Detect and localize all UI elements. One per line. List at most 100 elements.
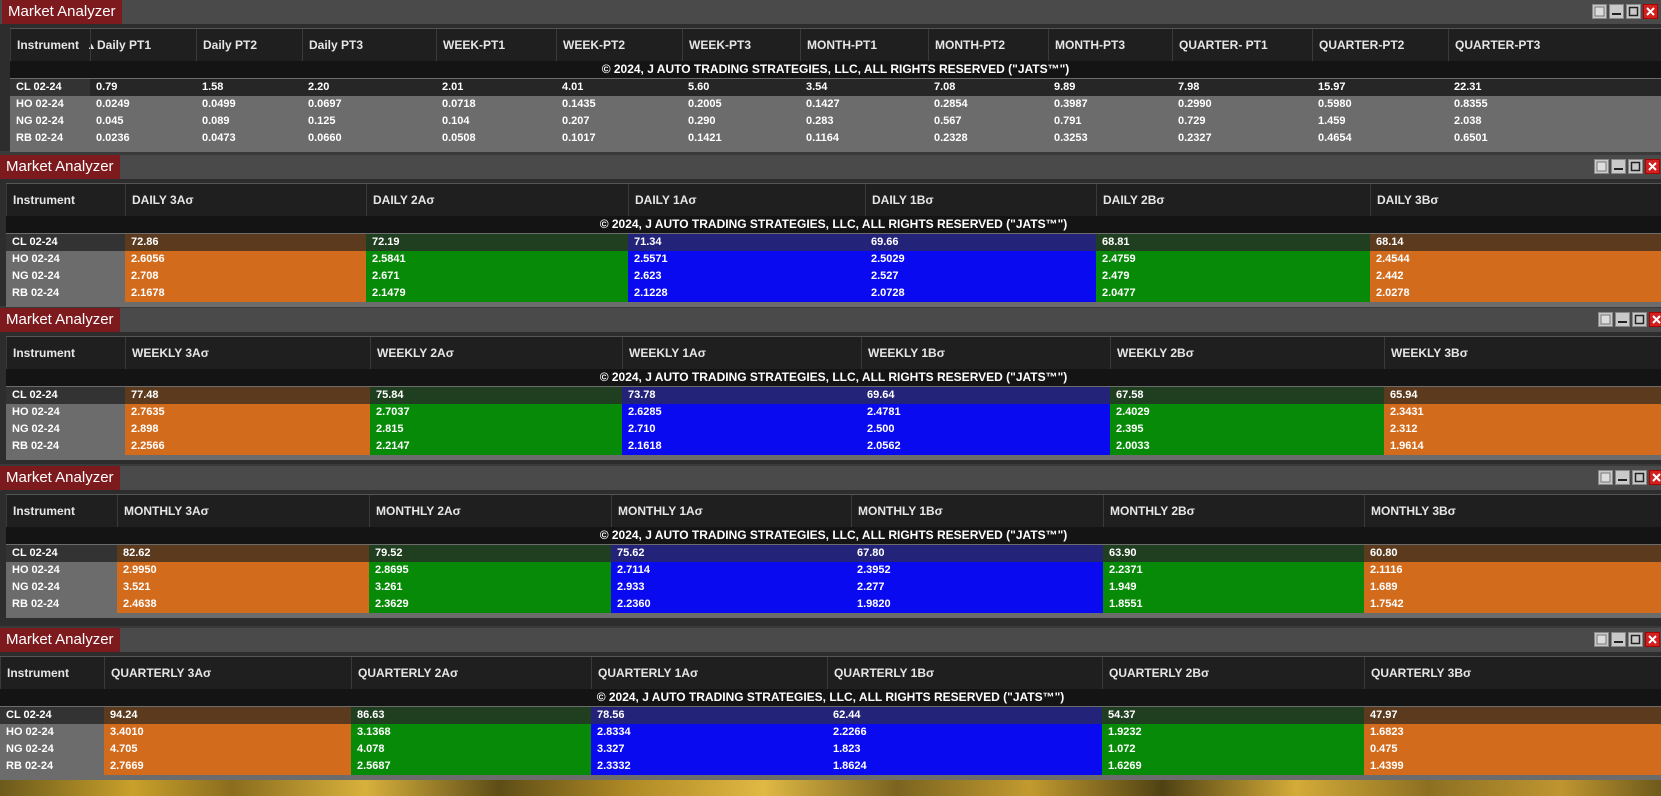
window-titlebar[interactable]: [0, 628, 1661, 652]
column-header[interactable]: DAILY 2Aσ: [366, 184, 628, 216]
column-header[interactable]: WEEKLY 2Bσ: [1110, 337, 1384, 369]
column-header[interactable]: MONTH-PT1: [800, 29, 928, 61]
table-row[interactable]: RB 02-24 2.2566 2.2147 2.1618 2.0562 2.0033 1.…: [6, 438, 1661, 455]
column-header[interactable]: Instrument: [0, 657, 104, 689]
column-header-label: WEEKLY 2Bσ: [1117, 346, 1194, 360]
restore-icon[interactable]: [1594, 632, 1609, 647]
maximize-icon[interactable]: [1628, 632, 1643, 647]
minimize-icon[interactable]: [1615, 312, 1630, 327]
minimize-icon[interactable]: [1615, 470, 1630, 485]
column-header[interactable]: WEEK-PT3: [682, 29, 800, 61]
value-cell: 75.84: [370, 387, 622, 404]
column-header[interactable]: MONTHLY 1Aσ: [611, 495, 851, 527]
close-icon[interactable]: [1643, 4, 1658, 19]
value-cell: 0.0499: [196, 96, 302, 113]
restore-icon[interactable]: [1598, 470, 1613, 485]
value-cell: 68.14: [1370, 234, 1661, 251]
column-header[interactable]: MONTHLY 3Bσ: [1364, 495, 1661, 527]
column-header[interactable]: QUARTERLY 2Bσ: [1102, 657, 1364, 689]
value-cell: 1.9614: [1384, 438, 1661, 455]
table-row[interactable]: NG 02-24 2.898 2.815 2.710 2.500 2.395 2.312: [6, 421, 1661, 438]
column-header[interactable]: DAILY 3Bσ: [1370, 184, 1661, 216]
table-row[interactable]: RB 02-24 2.7669 2.5687 2.3332 1.8624 1.6269 1.…: [0, 758, 1661, 775]
table-row[interactable]: NG 02-24 0.045 0.089 0.125 0.104 0.207 0.290 0.…: [10, 113, 1661, 130]
column-header-label: MONTHLY 1Aσ: [618, 504, 703, 518]
table-row[interactable]: CL 02-24 0.79 1.58 2.20 2.01 4.01 5.60 3.54 7.08…: [10, 79, 1661, 96]
maximize-icon[interactable]: [1626, 4, 1641, 19]
table-row[interactable]: NG 02-24 4.705 4.078 3.327 1.823 1.072 0.475: [0, 741, 1661, 758]
column-header[interactable]: Instrument ▲: [10, 29, 100, 61]
close-icon[interactable]: [1649, 312, 1661, 327]
value-cell: 79.52: [369, 545, 611, 562]
table-row[interactable]: CL 02-24 94.24 86.63 78.56 62.44 54.37 47.97: [0, 707, 1661, 724]
window-titlebar[interactable]: [0, 0, 1661, 24]
value-cell: 1.689: [1364, 579, 1661, 596]
close-icon[interactable]: [1645, 159, 1660, 174]
column-header[interactable]: QUARTER-PT3: [1448, 29, 1661, 61]
column-header[interactable]: QUARTER-PT2: [1312, 29, 1448, 61]
column-header[interactable]: Instrument: [6, 184, 131, 216]
maximize-icon[interactable]: [1632, 312, 1647, 327]
column-header[interactable]: WEEKLY 1Aσ: [622, 337, 861, 369]
table-row[interactable]: HO 02-24 0.0249 0.0499 0.0697 0.0718 0.1435 0.…: [10, 96, 1661, 113]
window-controls: [1598, 312, 1661, 327]
column-header[interactable]: MONTHLY 3Aσ: [117, 495, 369, 527]
table-row[interactable]: RB 02-24 0.0236 0.0473 0.0660 0.0508 0.1017 0.…: [10, 130, 1661, 147]
column-header-label: WEEKLY 2Aσ: [377, 346, 454, 360]
maximize-icon[interactable]: [1628, 159, 1643, 174]
column-header[interactable]: MONTH-PT3: [1048, 29, 1172, 61]
column-header[interactable]: MONTHLY 2Bσ: [1103, 495, 1364, 527]
value-cell: 15.97: [1312, 79, 1448, 96]
window-titlebar[interactable]: [0, 155, 1661, 179]
column-header[interactable]: WEEK-PT2: [556, 29, 682, 61]
copyright-notice: © 2024, J AUTO TRADING STRATEGIES, LLC, …: [6, 369, 1661, 386]
column-header[interactable]: Daily PT3: [302, 29, 436, 61]
table-row[interactable]: HO 02-24 3.4010 3.1368 2.8334 2.2266 1.9232 1.…: [0, 724, 1661, 741]
close-icon[interactable]: [1645, 632, 1660, 647]
table-row[interactable]: HO 02-24 2.9950 2.8695 2.7114 2.3952 2.2371 2.…: [6, 562, 1661, 579]
table-row[interactable]: RB 02-24 2.1678 2.1479 2.1228 2.0728 2.0477 2.…: [6, 285, 1661, 302]
column-header[interactable]: MONTH-PT2: [928, 29, 1048, 61]
column-header[interactable]: QUARTERLY 1Aσ: [591, 657, 827, 689]
column-header[interactable]: DAILY 1Aσ: [628, 184, 865, 216]
table-row[interactable]: NG 02-24 3.521 3.261 2.933 2.277 1.949 1.689: [6, 579, 1661, 596]
table-row[interactable]: CL 02-24 77.48 75.84 73.78 69.64 67.58 65.94: [6, 387, 1661, 404]
minimize-icon[interactable]: [1611, 159, 1626, 174]
column-header[interactable]: DAILY 3Aσ: [125, 184, 366, 216]
table-row[interactable]: HO 02-24 2.6056 2.5841 2.5571 2.5029 2.4759 2.…: [6, 251, 1661, 268]
column-header[interactable]: Daily PT1: [90, 29, 196, 61]
minimize-icon[interactable]: [1611, 632, 1626, 647]
table-row[interactable]: CL 02-24 72.86 72.19 71.34 69.66 68.81 68.14: [6, 234, 1661, 251]
column-header[interactable]: Instrument: [6, 495, 123, 527]
column-header[interactable]: QUARTERLY 3Aσ: [104, 657, 351, 689]
restore-icon[interactable]: [1598, 312, 1613, 327]
window-titlebar[interactable]: [0, 308, 1661, 332]
minimize-icon[interactable]: [1609, 4, 1624, 19]
column-header[interactable]: DAILY 2Bσ: [1096, 184, 1370, 216]
column-header[interactable]: QUARTER- PT1: [1172, 29, 1312, 61]
table-row[interactable]: NG 02-24 2.708 2.671 2.623 2.527 2.479 2.442: [6, 268, 1661, 285]
column-header[interactable]: QUARTERLY 2Aσ: [351, 657, 591, 689]
column-header[interactable]: QUARTERLY 3Bσ: [1364, 657, 1661, 689]
close-icon[interactable]: [1649, 470, 1661, 485]
table-row[interactable]: CL 02-24 82.62 79.52 75.62 67.80 63.90 60.80: [6, 545, 1661, 562]
column-header[interactable]: WEEKLY 3Aσ: [125, 337, 370, 369]
column-header[interactable]: WEEKLY 2Aσ: [370, 337, 622, 369]
window-titlebar[interactable]: [0, 466, 1661, 490]
maximize-icon[interactable]: [1632, 470, 1647, 485]
column-header-label: MONTHLY 2Bσ: [1110, 504, 1195, 518]
column-header[interactable]: QUARTERLY 1Bσ: [827, 657, 1102, 689]
column-header[interactable]: DAILY 1Bσ: [865, 184, 1096, 216]
instrument-cell: CL 02-24: [6, 545, 123, 562]
restore-icon[interactable]: [1592, 4, 1607, 19]
column-header[interactable]: MONTHLY 2Aσ: [369, 495, 611, 527]
column-header[interactable]: Instrument: [6, 337, 131, 369]
table-row[interactable]: RB 02-24 2.4638 2.3629 2.2360 1.9820 1.8551 1.…: [6, 596, 1661, 613]
restore-icon[interactable]: [1594, 159, 1609, 174]
column-header[interactable]: WEEKLY 3Bσ: [1384, 337, 1661, 369]
table-row[interactable]: HO 02-24 2.7635 2.7037 2.6285 2.4781 2.4029 2.…: [6, 404, 1661, 421]
column-header[interactable]: MONTHLY 1Bσ: [851, 495, 1103, 527]
column-header[interactable]: Daily PT2: [196, 29, 302, 61]
column-header[interactable]: WEEK-PT1: [436, 29, 556, 61]
column-header[interactable]: WEEKLY 1Bσ: [861, 337, 1110, 369]
